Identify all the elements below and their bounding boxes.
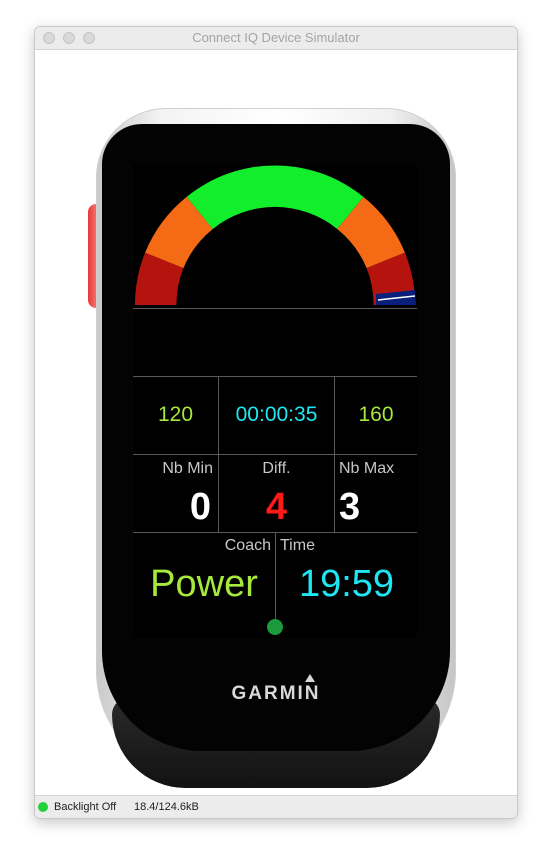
memory-usage: 18.4/124.6kB <box>134 801 199 813</box>
coach-value: Power <box>150 563 258 605</box>
status-dot <box>267 619 283 635</box>
simulator-content: 164 120 00:00:35 160 Nb Min 0 Diff. 4 Nb… <box>35 50 517 794</box>
window-title: Connect IQ Device Simulator <box>192 30 360 45</box>
time-value: 19:59 <box>298 563 395 605</box>
nb-max-label: Nb Max <box>339 460 395 477</box>
time-label: Time <box>280 537 315 554</box>
backlight-indicator-icon <box>38 802 48 812</box>
gauge-segment-target-green <box>186 165 364 229</box>
divider-line <box>133 308 417 309</box>
divider-line <box>133 376 417 377</box>
target-low-value: 120 <box>157 403 194 426</box>
status-bar: Backlight Off 18.4/124.6kB <box>35 795 517 818</box>
target-high-value: 160 <box>358 403 394 426</box>
nb-min-label: Nb Min <box>162 460 213 477</box>
nb-max-value: 3 <box>339 486 361 528</box>
divider-line <box>133 454 417 455</box>
garmin-logo: GARMIN <box>231 683 321 704</box>
current-power-value: 164 <box>226 310 324 375</box>
device-screen[interactable]: 164 120 00:00:35 160 Nb Min 0 Diff. 4 Nb… <box>133 164 417 638</box>
coach-label: Coach <box>224 537 271 554</box>
backlight-status: Backlight Off <box>54 801 117 813</box>
title-bar: Connect IQ Device Simulator <box>35 27 517 50</box>
elapsed-time-value: 00:00:35 <box>235 403 318 426</box>
simulator-window: Connect IQ Device Simulator 164 120 00:0… <box>34 26 518 819</box>
diff-value: 4 <box>265 486 288 528</box>
garmin-logo-triangle <box>305 674 315 682</box>
power-zone-gauge <box>134 165 416 305</box>
nb-min-value: 0 <box>189 486 211 528</box>
diff-label: Diff. <box>262 460 291 477</box>
